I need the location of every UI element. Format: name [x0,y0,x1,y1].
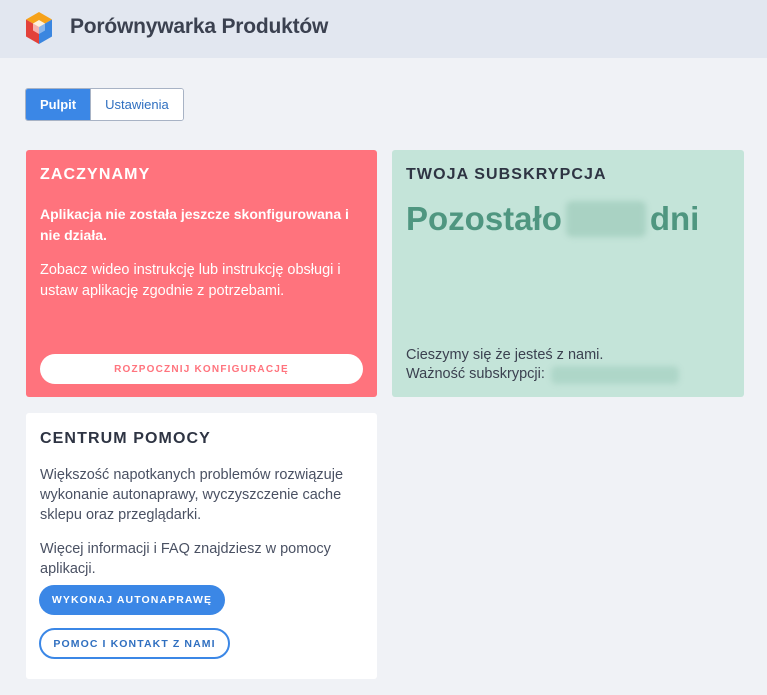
app-header: Porównywarka Produktów [0,0,767,58]
tab-ustawienia[interactable]: Ustawienia [90,89,183,120]
subscription-message: Cieszymy się że jesteś z nami. [406,347,604,363]
start-configuration-button[interactable]: ROZPOCZNIJ KONFIGURACJĘ [40,354,363,384]
days-remaining-suffix: dni [649,200,700,237]
subscription-card: TWOJA SUBSKRYPCJA Pozostało dni Cieszymy… [392,150,744,397]
help-paragraph-autorepair: Większość napotkanych problemów rozwiązu… [40,467,344,523]
days-remaining-redacted [565,201,646,237]
days-remaining-prefix: Pozostało [406,200,562,237]
app-title: Porównywarka Produktów [70,15,329,38]
cube-logo-icon [26,12,52,44]
subscription-title: TWOJA SUBSKRYPCJA [406,166,607,183]
getting-started-title: ZACZYNAMY [40,166,151,183]
help-center-card: CENTRUM POMOCY Większość napotkanych pro… [26,413,377,679]
getting-started-card: ZACZYNAMY Aplikacja nie została jeszcze … [26,150,377,397]
help-center-title: CENTRUM POMOCY [40,430,211,447]
view-tabs: Pulpit Ustawienia [25,88,184,121]
help-paragraph-faq: Więcej informacji i FAQ znajdziesz w pom… [40,541,331,577]
getting-started-description: Zobacz wideo instrukcję lub instrukcję o… [40,262,341,299]
not-configured-warning: Aplikacja nie została jeszcze skonfiguro… [40,206,349,243]
autorepair-button[interactable]: WYKONAJ AUTONAPRAWĘ [39,585,225,615]
days-remaining: Pozostało dni [406,200,699,238]
subscription-validity-label: Ważność subskrypcji: [406,366,545,382]
subscription-validity-redacted [550,365,679,384]
subscription-validity: Ważność subskrypcji: [406,365,679,384]
help-contact-button[interactable]: POMOC I KONTAKT Z NAMI [39,628,230,659]
tab-pulpit[interactable]: Pulpit [26,89,91,120]
